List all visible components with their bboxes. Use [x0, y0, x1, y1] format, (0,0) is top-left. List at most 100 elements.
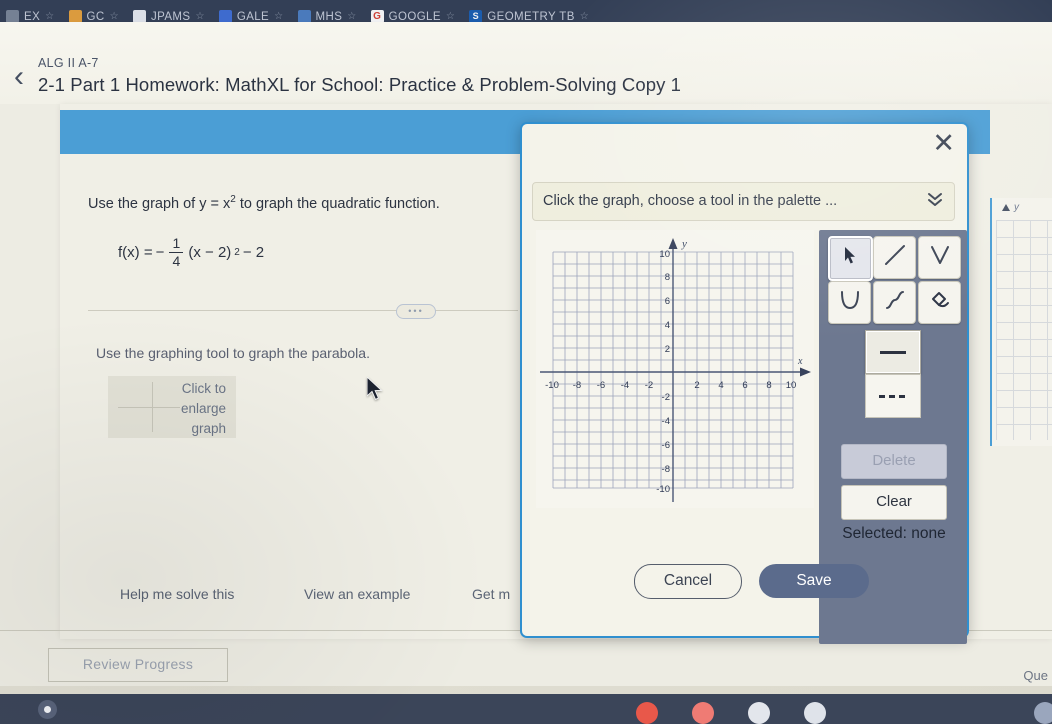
star-icon: ☆	[347, 11, 357, 22]
bookmark-geometry-tb[interactable]: S GEOMETRY TB ☆	[469, 10, 589, 22]
svg-text:6: 6	[742, 380, 747, 391]
star-icon: ☆	[274, 11, 284, 22]
system-shelf	[0, 694, 1052, 724]
star-icon: ☆	[579, 11, 590, 22]
dashed-line-style[interactable]	[865, 374, 921, 418]
chevron-down-icon[interactable]	[926, 189, 944, 214]
bookmark-favicon-geometry: S	[469, 10, 483, 22]
bookmark-label: GALE	[236, 10, 270, 23]
formula-sign: −	[155, 243, 165, 261]
graphing-instruction: Use the graphing tool to graph the parab…	[96, 345, 370, 361]
enlarge-label-line1: Click to	[181, 381, 226, 396]
parabola-tool[interactable]	[828, 281, 871, 324]
formula-tail: − 2	[242, 243, 265, 261]
bookmark-gale[interactable]: GALE ☆	[218, 10, 284, 23]
course-code: ALG II A-7	[38, 56, 99, 70]
line-style-group	[865, 330, 921, 418]
prompt-prefix: Use the graph of y = x	[88, 195, 231, 212]
bookmark-label: JPAMS	[150, 10, 191, 23]
bookmark-label: MHS	[315, 10, 343, 23]
select-arrow-tool[interactable]	[828, 236, 873, 281]
view-an-example-link[interactable]: View an example	[304, 586, 410, 602]
svg-text:-2: -2	[645, 380, 653, 391]
app-icon-2[interactable]	[692, 702, 714, 724]
u-shape-icon	[837, 287, 863, 318]
clear-button[interactable]: Clear	[841, 485, 947, 520]
formula-body: (x − 2)	[188, 243, 232, 261]
formula-fraction: 1 4	[169, 236, 184, 270]
app-header: ‹ ALG II A-7 2-1 Part 1 Homework: MathXL…	[0, 22, 1052, 104]
fraction-denominator: 4	[172, 253, 181, 270]
bookmark-favicon-jpams	[132, 10, 146, 22]
absolute-value-tool[interactable]	[918, 236, 961, 279]
get-more-help-link[interactable]: Get m	[472, 586, 510, 602]
line-tool[interactable]	[873, 236, 916, 279]
svg-text:4: 4	[665, 320, 670, 331]
app-icon-5[interactable]	[1034, 702, 1052, 724]
svg-text:-8: -8	[662, 464, 670, 475]
svg-text:8: 8	[665, 272, 670, 283]
svg-text:2: 2	[694, 380, 699, 391]
star-icon: ☆	[109, 11, 119, 22]
close-icon[interactable]: ✕	[932, 130, 955, 157]
svg-text:y: y	[681, 238, 687, 250]
bookmark-favicon-mhs	[297, 10, 311, 22]
svg-text:x: x	[797, 356, 803, 367]
solid-line-style[interactable]	[865, 330, 921, 374]
dialog-instruction-text: Click the graph, choose a tool in the pa…	[543, 193, 838, 209]
dashed-line-icon	[879, 394, 907, 398]
app-icon-1[interactable]	[636, 702, 658, 724]
star-icon: ☆	[445, 11, 456, 22]
app-icon-4[interactable]	[804, 702, 826, 724]
bookmark-mhs[interactable]: MHS ☆	[297, 10, 357, 23]
enlarge-graph-thumbnail[interactable]: Click to enlarge graph	[108, 376, 236, 438]
cancel-button[interactable]: Cancel	[634, 564, 742, 599]
bookmark-favicon-google: G	[370, 10, 384, 22]
bookmark-label: GOOGLE	[388, 10, 441, 23]
graph-canvas[interactable]: y x -10 -8 -6 -4 -2 2 4 6 8 10 10 8 6 4 2 -2 -4	[536, 230, 814, 508]
svg-text:-2: -2	[662, 392, 670, 403]
background-grid	[996, 220, 1052, 440]
svg-text:10: 10	[659, 249, 670, 260]
more-options-pill[interactable]: •••	[396, 304, 436, 319]
svg-text:-6: -6	[662, 440, 670, 451]
bookmark-gc[interactable]: GC ☆	[68, 10, 119, 22]
bookmark-favicon-ex	[6, 10, 19, 22]
help-me-solve-this-link[interactable]: Help me solve this	[120, 586, 234, 602]
svg-text:2: 2	[665, 344, 670, 355]
thumb-y-axis	[152, 382, 153, 432]
svg-text:-4: -4	[662, 416, 670, 427]
bookmark-google[interactable]: G GOOGLE ☆	[370, 10, 456, 23]
graphing-tool-dialog: ✕ Click the graph, choose a tool in the …	[520, 122, 969, 644]
bookmark-label: GEOMETRY TB	[487, 10, 575, 23]
star-icon: ☆	[45, 11, 55, 22]
bookmark-favicon-gale	[218, 10, 232, 22]
svg-text:6: 6	[665, 296, 670, 307]
back-chevron-icon[interactable]: ‹	[8, 62, 30, 92]
svg-text:-4: -4	[621, 380, 629, 391]
svg-text:4: 4	[718, 380, 723, 391]
svg-text:-6: -6	[597, 380, 605, 391]
bookmark-ex[interactable]: EX ☆	[6, 10, 55, 22]
dialog-instruction-bar[interactable]: Click the graph, choose a tool in the pa…	[532, 182, 955, 221]
eraser-tool[interactable]	[918, 281, 961, 324]
thumb-x-axis	[118, 407, 180, 408]
launcher-icon[interactable]	[38, 700, 57, 719]
coordinate-grid[interactable]: y x -10 -8 -6 -4 -2 2 4 6 8 10 10 8 6 4 2 -2 -4	[536, 230, 814, 508]
enlarge-label-line2: enlarge	[180, 401, 226, 416]
browser-bookmarks-bar[interactable]: EX ☆ GC ☆ JPAMS ☆ GALE ☆ MHS ☆ G GOOGLE …	[0, 0, 1052, 22]
page-title: 2-1 Part 1 Homework: MathXL for School: …	[38, 74, 682, 95]
save-button[interactable]: Save	[759, 564, 869, 598]
background-graph-panel[interactable]: y	[990, 198, 1052, 446]
question-counter: Que	[1023, 668, 1048, 683]
delete-button[interactable]: Delete	[841, 444, 947, 479]
bookmark-jpams[interactable]: JPAMS ☆	[132, 10, 205, 23]
selected-status: Selected: none	[842, 525, 946, 542]
y-axis-arrow-icon	[1002, 204, 1010, 211]
line-segment-icon	[882, 242, 908, 273]
app-icon-3[interactable]	[748, 702, 770, 724]
review-progress-button[interactable]: Review Progress	[48, 648, 228, 682]
bookmark-label: EX	[24, 10, 41, 23]
cubic-curve-tool[interactable]	[873, 281, 916, 324]
svg-text:8: 8	[766, 380, 771, 391]
